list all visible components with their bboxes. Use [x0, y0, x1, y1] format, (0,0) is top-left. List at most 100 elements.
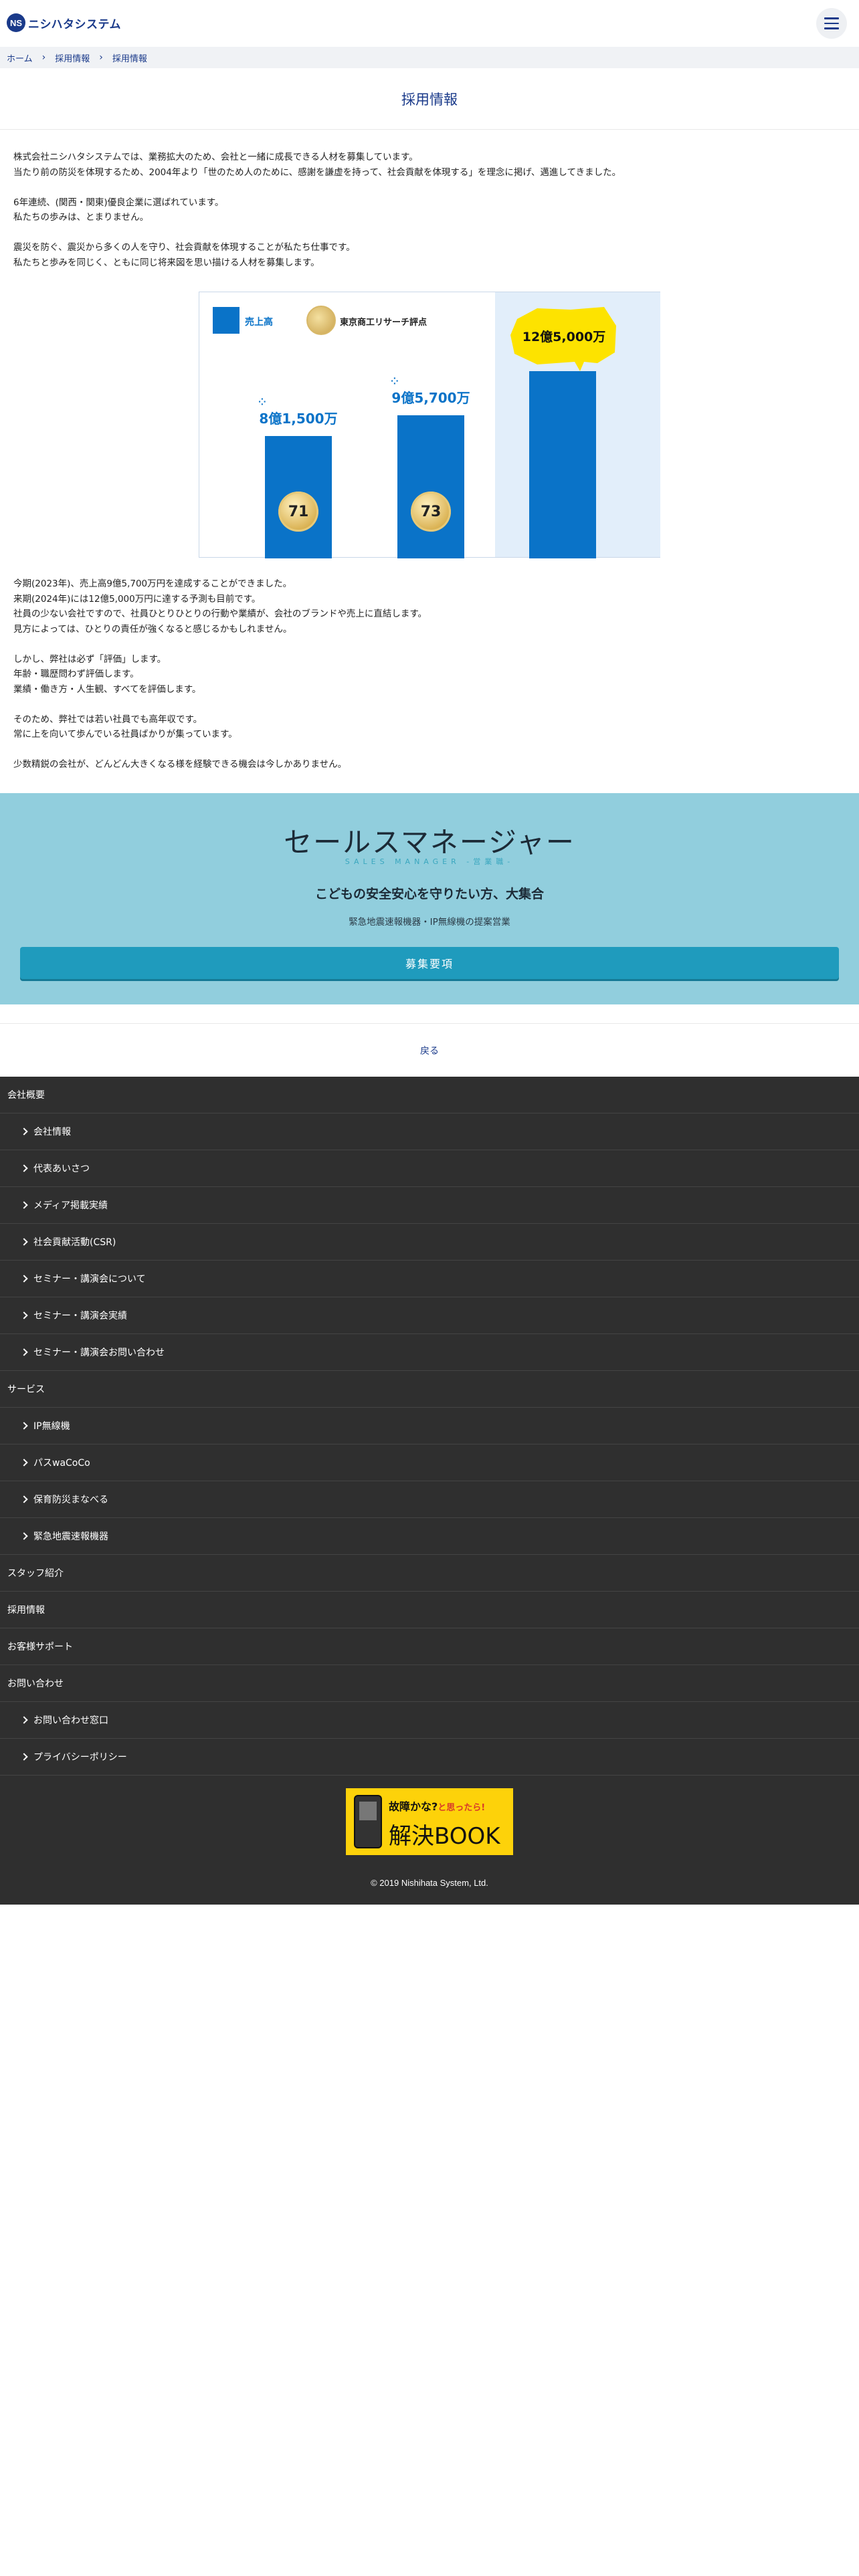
intro-line: 私たちと歩みを同じく、ともに同じ将来図を思い描ける人材を募集します。: [13, 257, 320, 268]
body-line: しかし、弊社は必ず「評価」します。: [13, 653, 167, 665]
footer-nav-label: パスwaCoCo: [33, 1458, 90, 1469]
banner-main-text: 解決BOOK: [389, 1823, 500, 1850]
intro-text: 株式会社ニシハタシステムでは、業務拡大のため、会社と一緒に成長できる人材を募集し…: [13, 150, 621, 270]
chart-value-label: 12億5,000万: [522, 330, 606, 344]
footer-nav-item[interactable]: プライバシーポリシー: [0, 1739, 859, 1776]
legend-medal-icon: [306, 306, 336, 335]
sales-subtitle: SALES MANAGER -営業職-: [345, 857, 514, 866]
footer-nav: 会社概要会社情報代表あいさつメディア掲載実績 社会貢献活動(CSR) セミナー・講演…: [0, 1077, 859, 1905]
footer-nav-label: お問い合わせ窓口: [33, 1715, 108, 1726]
back-link[interactable]: 戻る: [0, 1023, 859, 1077]
footer-nav-item[interactable]: 保育防災まなべる: [0, 1481, 859, 1518]
chevron-right-icon: [20, 1311, 28, 1319]
footer-nav-label: 会社情報: [33, 1127, 71, 1138]
footer-nav-item[interactable]: 会社情報: [0, 1113, 859, 1150]
footer-nav-item[interactable]: お問い合わせ: [0, 1665, 859, 1702]
footer-nav-item[interactable]: 採用情報: [0, 1592, 859, 1628]
footer-nav-item[interactable]: お客様サポート: [0, 1628, 859, 1665]
breadcrumb-current: 採用情報: [112, 53, 147, 64]
site-logo[interactable]: NS ニシハタシステム: [7, 13, 121, 32]
hamburger-menu-button[interactable]: [816, 8, 847, 39]
legend-score-label: 東京商工リサーチ評点: [340, 318, 427, 328]
footer-nav-label: プライバシーポリシー: [33, 1752, 127, 1763]
footer-nav-item[interactable]: サービス: [0, 1371, 859, 1408]
body-text: 今期(2023年)、売上高9億5,700万円を達成することができました。 来期(2…: [13, 576, 427, 772]
footer-nav-item[interactable]: お問い合わせ窓口: [0, 1702, 859, 1739]
footer-nav-item[interactable]: スタッフ紹介: [0, 1555, 859, 1592]
chart-bar: [529, 371, 596, 558]
footer-nav-item[interactable]: セミナー・講演会お問い合わせ: [0, 1334, 859, 1371]
chevron-right-icon: [20, 1128, 28, 1136]
footer-nav-item[interactable]: 代表あいさつ: [0, 1150, 859, 1187]
body-line: 年齢・職歴問わず評価します。: [13, 669, 139, 679]
banner-top-text: 故障かな?と思ったら!: [389, 1800, 486, 1813]
phone-icon: [354, 1795, 382, 1848]
chevron-right-icon: [20, 1753, 28, 1761]
footer-nav-label: お客様サポート: [7, 1642, 73, 1652]
sparkle-icon: ⁘: [391, 377, 399, 387]
footer-nav-item[interactable]: IP無線機: [0, 1408, 859, 1444]
footer-nav-label: IP無線機: [33, 1421, 70, 1432]
sales-title: セールスマネージャー: [284, 826, 575, 859]
footer-nav-label: 社会貢献活動(CSR): [33, 1237, 116, 1248]
chevron-right-icon: [20, 1238, 28, 1246]
chevron-right-icon: [20, 1275, 28, 1283]
body-line: 業績・働き方・人生観、すべてを評価します。: [13, 683, 201, 695]
footer-nav-label: セミナー・講演会について: [33, 1274, 146, 1285]
footer-nav-item[interactable]: メディア掲載実績: [0, 1187, 859, 1224]
job-details-button[interactable]: 募集要項: [20, 947, 839, 979]
breadcrumb: ホーム › 採用情報 › 採用情報: [0, 47, 859, 68]
chart-value-label: 8億1,500万: [259, 411, 338, 427]
score-medal: 73: [411, 492, 451, 532]
body-line: 見方によっては、ひとりの責任が強くなると感じるかもしれません。: [13, 623, 292, 635]
footer-nav-label: 保育防災まなべる: [33, 1495, 108, 1505]
page-title: 採用情報: [0, 68, 859, 130]
footer-nav-label: 緊急地震速報機器: [33, 1531, 108, 1542]
body-line: 来期(2024年)には12億5,000万円に達する予測も目前です。: [13, 593, 261, 605]
footer-nav-label: サービス: [7, 1384, 45, 1395]
footer-nav-item[interactable]: 緊急地震速報機器: [0, 1518, 859, 1555]
footer-nav-item[interactable]: 社会貢献活動(CSR): [0, 1224, 859, 1261]
chart-bar: [397, 415, 464, 558]
chart-value-label: 9億5,700万: [391, 390, 470, 406]
body-line: 今期(2023年)、売上高9億5,700万円を達成することができました。: [13, 578, 292, 589]
copyright: © 2019 Nishihata System, Ltd.: [371, 1878, 488, 1888]
footer-nav-item[interactable]: パスwaCoCo: [0, 1444, 859, 1481]
intro-line: 震災を防ぐ、震災から多くの人を守り、社会貢献を体現することが私たち仕事です。: [13, 242, 355, 253]
sparkle-icon: ⁘: [258, 397, 266, 408]
chevron-right-icon: [20, 1495, 28, 1503]
footer-nav-item[interactable]: 会社概要: [0, 1077, 859, 1113]
chevron-right-icon: ›: [41, 52, 46, 63]
sales-manager-section: セールスマネージャー SALES MANAGER -営業職- こどもの安全安心を…: [0, 793, 859, 1004]
breadcrumb-home-link[interactable]: ホーム: [7, 51, 33, 64]
chevron-right-icon: [20, 1532, 28, 1540]
intro-line: 私たちの歩みは、とまりません。: [13, 212, 149, 223]
solution-book-banner[interactable]: 故障かな?と思ったら! 解決BOOK: [346, 1788, 513, 1855]
footer-nav-label: 採用情報: [7, 1605, 45, 1616]
body-line: そのため、弊社では若い社員でも高年収です。: [13, 714, 203, 725]
body-line: 社員の少ない会社ですので、社員ひとりひとりの行動や業績が、会社のブランドや売上に…: [13, 609, 427, 619]
footer-nav-label: セミナー・講演会お問い合わせ: [33, 1348, 165, 1358]
chevron-right-icon: [20, 1201, 28, 1209]
breadcrumb-recruit-link[interactable]: 採用情報: [55, 51, 90, 64]
chevron-right-icon: [20, 1348, 28, 1356]
footer-nav-item[interactable]: セミナー・講演会実績: [0, 1297, 859, 1334]
chevron-right-icon: [20, 1164, 28, 1172]
body-line: 常に上を向いて歩んでいる社員ばかりが集っています。: [13, 729, 237, 740]
site-header: NS ニシハタシステム: [0, 0, 859, 47]
chevron-right-icon: [20, 1422, 28, 1430]
intro-line: 6年連続、(関西・関東)優良企業に選ばれています。: [13, 197, 224, 208]
hamburger-icon: [824, 17, 839, 19]
footer-nav-label: 代表あいさつ: [33, 1164, 90, 1174]
footer-nav-label: 会社概要: [7, 1090, 45, 1101]
chevron-right-icon: ›: [99, 52, 103, 63]
footer-nav-item[interactable]: セミナー・講演会について: [0, 1261, 859, 1297]
footer-nav-label: メディア掲載実績: [33, 1200, 108, 1211]
body-line: 少数精鋭の会社が、どんどん大きくなる様を経験できる機会は今しかありません。: [13, 759, 347, 770]
logo-mark: NS: [7, 13, 25, 32]
intro-line: 当たり前の防災を体現するため、2004年より「世のため人のために、感謝を謙虚を持…: [13, 167, 622, 178]
sales-catchphrase: こどもの安全安心を守りたい方、大集合: [314, 887, 544, 901]
legend-sales-swatch: [213, 307, 240, 334]
chevron-right-icon: [20, 1459, 28, 1467]
score-medal: 71: [278, 492, 318, 532]
